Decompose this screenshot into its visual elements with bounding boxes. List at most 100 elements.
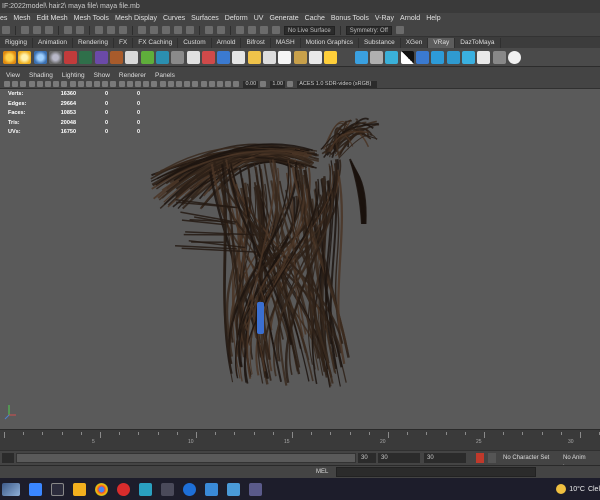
open-scene-icon[interactable]	[33, 26, 41, 34]
snap-surface-icon[interactable]	[186, 26, 194, 34]
smooth-shade-icon[interactable]	[118, 81, 125, 87]
safe-action-icon[interactable]	[94, 81, 101, 87]
vray-logo-icon[interactable]	[446, 50, 460, 64]
auto-key-icon[interactable]	[476, 453, 484, 463]
tab-bifrost[interactable]: Bifrost	[241, 38, 271, 48]
water-icon[interactable]	[385, 50, 399, 64]
opera-icon[interactable]	[117, 482, 130, 496]
tab-animation[interactable]: Animation	[33, 38, 73, 48]
mel-label[interactable]: MEL	[316, 467, 328, 477]
temperature-label[interactable]: 10°C	[569, 486, 585, 493]
grease-pencil-icon[interactable]	[44, 81, 51, 87]
xray-components-icon[interactable]	[225, 81, 232, 87]
spot-light-icon[interactable]	[324, 50, 338, 64]
lightmix-icon[interactable]	[477, 50, 491, 64]
gate-mask-icon[interactable]	[77, 81, 84, 87]
tab-vray[interactable]: VRay	[428, 38, 456, 48]
select-component-icon[interactable]	[119, 26, 127, 34]
sphere-icon[interactable]	[232, 50, 246, 64]
plane-icon[interactable]	[263, 50, 277, 64]
subdivision-icon[interactable]	[186, 50, 200, 64]
ipr-icon[interactable]	[79, 50, 93, 64]
cone-icon[interactable]	[308, 50, 322, 64]
anim-layer-dropdown[interactable]: No Anim Layer	[560, 453, 600, 471]
symmetry-dropdown[interactable]: Symmetry: Off	[345, 25, 392, 35]
render-view-icon[interactable]	[236, 26, 244, 34]
hair-model-render[interactable]	[0, 89, 600, 429]
frame-buffer-icon[interactable]	[94, 50, 108, 64]
resolution-gate-icon[interactable]	[69, 81, 76, 87]
weather-icon[interactable]	[556, 484, 567, 494]
env-fog-icon[interactable]	[339, 50, 353, 64]
menu-item-curves[interactable]: Curves	[163, 15, 185, 22]
menu-item-es[interactable]: es	[0, 15, 7, 22]
panel-menu-shading[interactable]: Shading	[29, 72, 53, 79]
menu-item-edit-mesh[interactable]: Edit Mesh	[37, 15, 68, 22]
snap-grid-icon[interactable]	[138, 26, 146, 34]
object-properties-icon[interactable]	[201, 50, 215, 64]
menu-item-mesh-tools[interactable]: Mesh Tools	[74, 15, 109, 22]
wireframe-icon[interactable]	[110, 81, 117, 87]
film-gate-icon[interactable]	[61, 81, 68, 87]
animation-start-field[interactable]: 30	[378, 453, 420, 463]
tab-rigging[interactable]: Rigging	[0, 38, 34, 48]
volume-icon[interactable]	[155, 50, 169, 64]
isolate-select-icon[interactable]	[200, 81, 207, 87]
two-d-pan-icon[interactable]	[36, 81, 43, 87]
menu-item-mesh[interactable]: Mesh	[13, 15, 30, 22]
live-surface-field[interactable]: No Live Surface	[284, 25, 335, 35]
snap-view-icon[interactable]	[174, 26, 182, 34]
material-icon[interactable]	[110, 50, 124, 64]
xray-joints-icon[interactable]	[216, 81, 223, 87]
displacement-icon[interactable]	[171, 50, 185, 64]
snap-point-icon[interactable]	[162, 26, 170, 34]
windows-start-icon[interactable]	[29, 482, 42, 496]
tab-fx[interactable]: FX	[114, 38, 134, 48]
redo-icon[interactable]	[76, 26, 84, 34]
construction-history-icon[interactable]	[205, 26, 213, 34]
tab-daztomaya[interactable]: DazToMaya	[455, 38, 501, 48]
panel-menu-view[interactable]: View	[6, 72, 20, 79]
panel-menu-renderer[interactable]: Renderer	[119, 72, 146, 79]
grid-icon[interactable]	[53, 81, 60, 87]
taskbar-thumbnail[interactable]	[2, 482, 20, 496]
dome-light-icon[interactable]	[33, 50, 47, 64]
range-start-field[interactable]	[2, 453, 14, 463]
menu-item-deform[interactable]: Deform	[225, 15, 248, 22]
vray-scene-icon[interactable]	[416, 50, 430, 64]
messenger-icon[interactable]	[249, 482, 262, 496]
tab-motion-graphics[interactable]: Motion Graphics	[301, 38, 359, 48]
select-object-icon[interactable]	[107, 26, 115, 34]
bookmark-icon[interactable]	[20, 81, 27, 87]
save-scene-icon[interactable]	[45, 26, 53, 34]
menu-set-dropdown-icon[interactable]	[2, 26, 10, 34]
panel-menu-show[interactable]: Show	[94, 72, 110, 79]
tab-substance[interactable]: Substance	[359, 38, 401, 48]
area-light-icon[interactable]	[247, 50, 261, 64]
preferences-icon[interactable]	[488, 453, 496, 463]
exposure-icon[interactable]	[233, 81, 240, 87]
render-current-icon[interactable]	[248, 26, 256, 34]
shadows-icon[interactable]	[159, 81, 166, 87]
calculator-icon[interactable]	[227, 482, 240, 496]
denoiser-icon[interactable]	[492, 50, 506, 64]
clipper-icon[interactable]	[370, 50, 384, 64]
render-settings-icon[interactable]	[272, 26, 280, 34]
default-material-icon[interactable]	[126, 81, 133, 87]
menu-item-uv[interactable]: UV	[254, 15, 264, 22]
file-explorer-icon[interactable]	[73, 482, 86, 496]
anti-aliasing-icon[interactable]	[184, 81, 191, 87]
depth-of-field-icon[interactable]	[192, 81, 199, 87]
field-chart-icon[interactable]	[85, 81, 92, 87]
mesh-proxy-icon[interactable]	[125, 50, 139, 64]
weather-label[interactable]: Clel	[588, 486, 600, 493]
maya-icon[interactable]	[139, 482, 152, 496]
sphere-light-icon[interactable]	[48, 50, 62, 64]
camera-attributes-icon[interactable]	[12, 81, 19, 87]
character-set-dropdown[interactable]: No Character Set	[500, 453, 556, 463]
input-output-icon[interactable]	[217, 26, 225, 34]
time-slider[interactable]: 5 10 15 20 25 30	[0, 429, 600, 450]
menu-item-mesh-display[interactable]: Mesh Display	[115, 15, 157, 22]
tab-fx-caching[interactable]: FX Caching	[133, 38, 179, 48]
use-all-lights-icon[interactable]	[151, 81, 158, 87]
